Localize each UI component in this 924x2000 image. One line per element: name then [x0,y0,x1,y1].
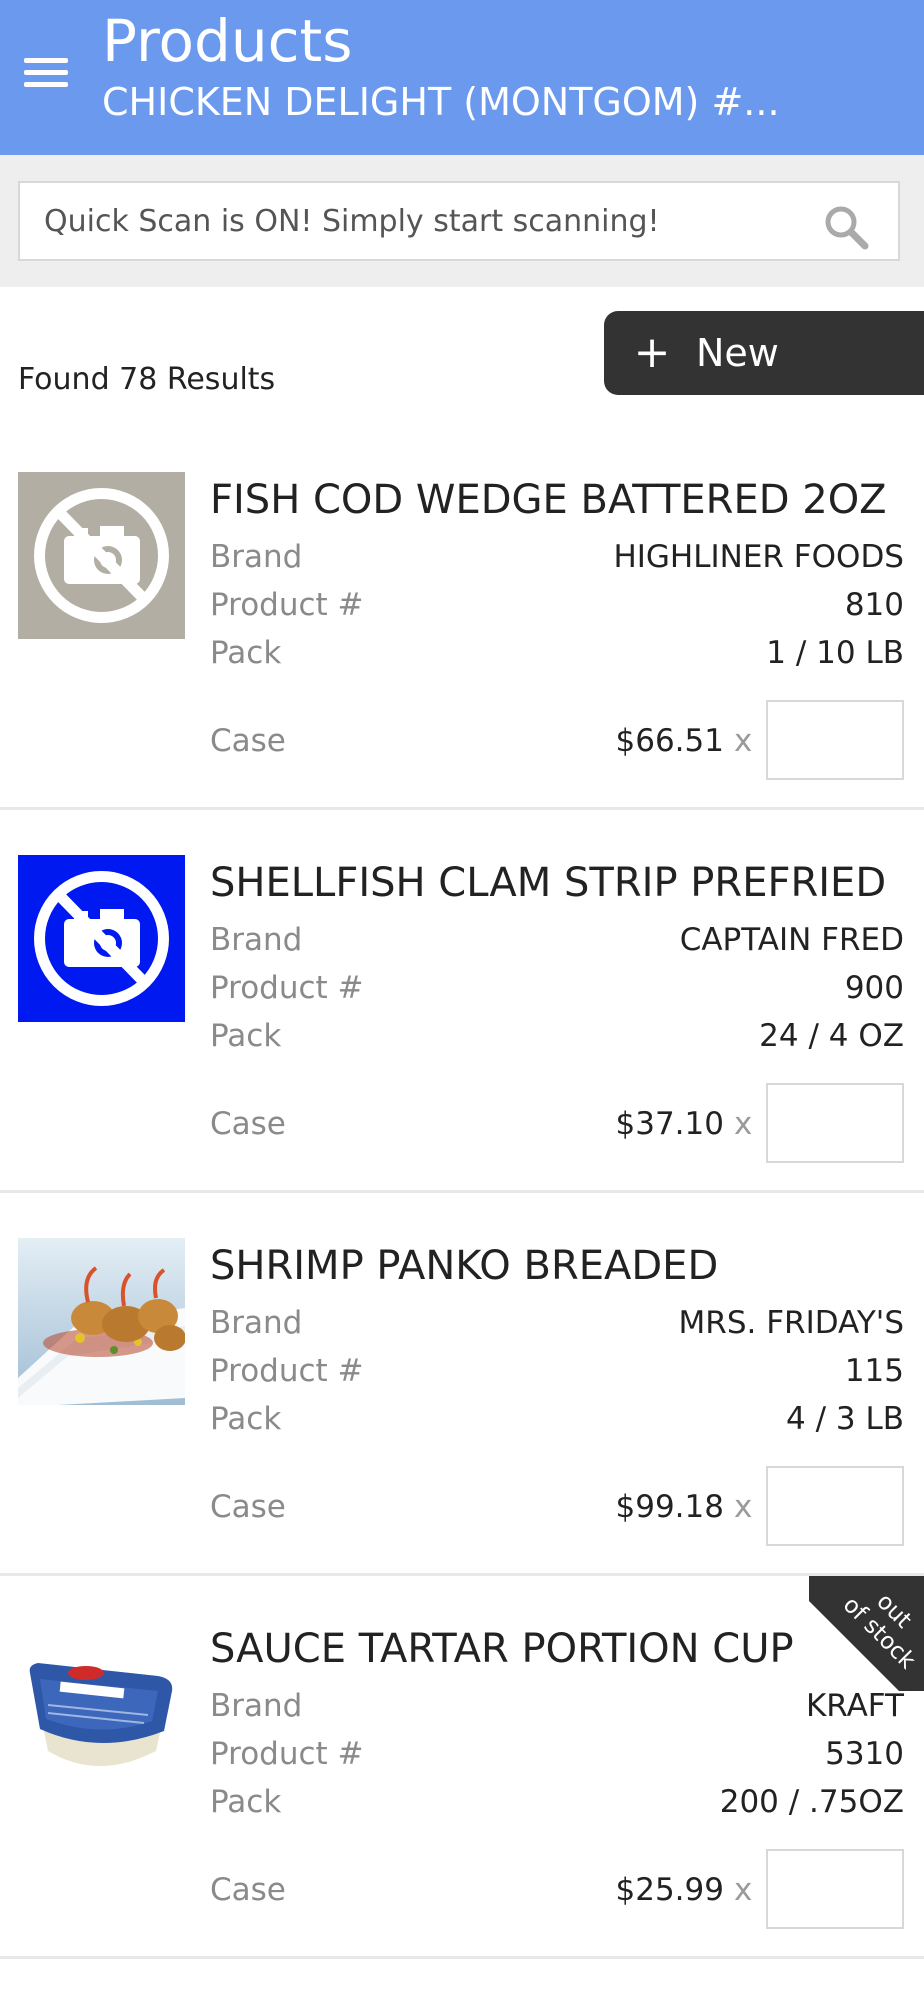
multiply-sign: x [734,1489,753,1525]
quantity-input[interactable] [766,700,904,780]
breaded-shrimp-photo [18,1238,185,1405]
tartar-sauce-cup-photo [18,1621,185,1788]
pack-row: Pack 4 / 3 LB [210,1397,904,1441]
product-number-value: 115 [844,1353,904,1389]
app-header: Products CHICKEN DELIGHT (MONTGOM) #... [0,0,924,155]
product-name[interactable]: FISH COD WEDGE BATTERED 2OZ [210,475,887,525]
pack-row: Pack 24 / 4 OZ [210,1014,904,1058]
quantity-input[interactable] [766,1466,904,1546]
search-bar [0,155,924,287]
case-label: Case [210,723,286,759]
case-price: $37.10 [615,1106,724,1142]
pack-label: Pack [210,635,282,671]
product-brand-row: Brand KRAFT [210,1684,904,1728]
brand-value: CAPTAIN FRED [679,922,904,958]
search-icon[interactable] [822,203,870,251]
pack-label: Pack [210,1784,282,1820]
no-photo-icon [18,855,185,1022]
product-number-label: Product # [210,1353,364,1389]
product-number-row: Product # 900 [210,966,904,1010]
brand-value: HIGHLINER FOODS [613,539,904,575]
search-box[interactable] [18,181,900,261]
pack-label: Pack [210,1401,282,1437]
product-item[interactable]: SAUCE TARTAR PORTION CUP Brand KRAFT Pro… [0,1576,924,1959]
product-number-row: Product # 115 [210,1349,904,1393]
pack-value: 1 / 10 LB [766,635,904,671]
case-price: $66.51 [615,723,724,759]
product-number-value: 810 [844,587,904,623]
product-brand-row: Brand CAPTAIN FRED [210,918,904,962]
product-number-row: Product # 5310 [210,1732,904,1776]
product-number-row: Product # 810 [210,583,904,627]
product-name[interactable]: SHELLFISH CLAM STRIP PREFRIED [210,858,886,908]
product-number-value: 900 [844,970,904,1006]
product-name[interactable]: SAUCE TARTAR PORTION CUP [210,1624,794,1674]
multiply-sign: x [734,723,753,759]
pack-label: Pack [210,1018,282,1054]
product-item[interactable]: SHELLFISH CLAM STRIP PREFRIED Brand CAPT… [0,810,924,1193]
product-number-label: Product # [210,587,364,623]
pack-value: 4 / 3 LB [786,1401,904,1437]
brand-label: Brand [210,922,303,958]
brand-label: Brand [210,1688,303,1724]
product-item[interactable]: SHRIMP PANKO BREADED Brand MRS. FRIDAY'S… [0,1193,924,1576]
multiply-sign: x [734,1106,753,1142]
product-number-label: Product # [210,1736,364,1772]
product-list: FISH COD WEDGE BATTERED 2OZ Brand HIGHLI… [0,427,924,1959]
out-of-stock-badge: out of stock [809,1576,924,1691]
case-label: Case [210,1106,286,1142]
case-label: Case [210,1489,286,1525]
product-number-label: Product # [210,970,364,1006]
quantity-input[interactable] [766,1083,904,1163]
case-price: $99.18 [615,1489,724,1525]
customer-name: CHICKEN DELIGHT (MONTGOM) #... [102,80,780,124]
product-number-value: 5310 [825,1736,904,1772]
menu-icon[interactable] [24,50,72,94]
no-photo-icon [18,472,185,639]
plus-icon: + [633,327,671,378]
multiply-sign: x [734,1872,753,1908]
product-brand-row: Brand HIGHLINER FOODS [210,535,904,579]
brand-label: Brand [210,1305,303,1341]
search-input[interactable] [44,183,804,259]
brand-value: MRS. FRIDAY'S [678,1305,904,1341]
case-price: $25.99 [615,1872,724,1908]
quantity-input[interactable] [766,1849,904,1929]
new-button-label: New [696,331,779,375]
product-item[interactable]: FISH COD WEDGE BATTERED 2OZ Brand HIGHLI… [0,427,924,810]
case-label: Case [210,1872,286,1908]
pack-row: Pack 1 / 10 LB [210,631,904,675]
results-count: Found 78 Results [18,362,276,397]
new-button[interactable]: + New [604,311,924,395]
product-name[interactable]: SHRIMP PANKO BREADED [210,1241,718,1291]
product-brand-row: Brand MRS. FRIDAY'S [210,1301,904,1345]
pack-value: 24 / 4 OZ [759,1018,904,1054]
page-title: Products [102,7,353,75]
results-toolbar: Found 78 Results + New [0,287,924,427]
pack-value: 200 / .75OZ [719,1784,904,1820]
brand-label: Brand [210,539,303,575]
pack-row: Pack 200 / .75OZ [210,1780,904,1824]
